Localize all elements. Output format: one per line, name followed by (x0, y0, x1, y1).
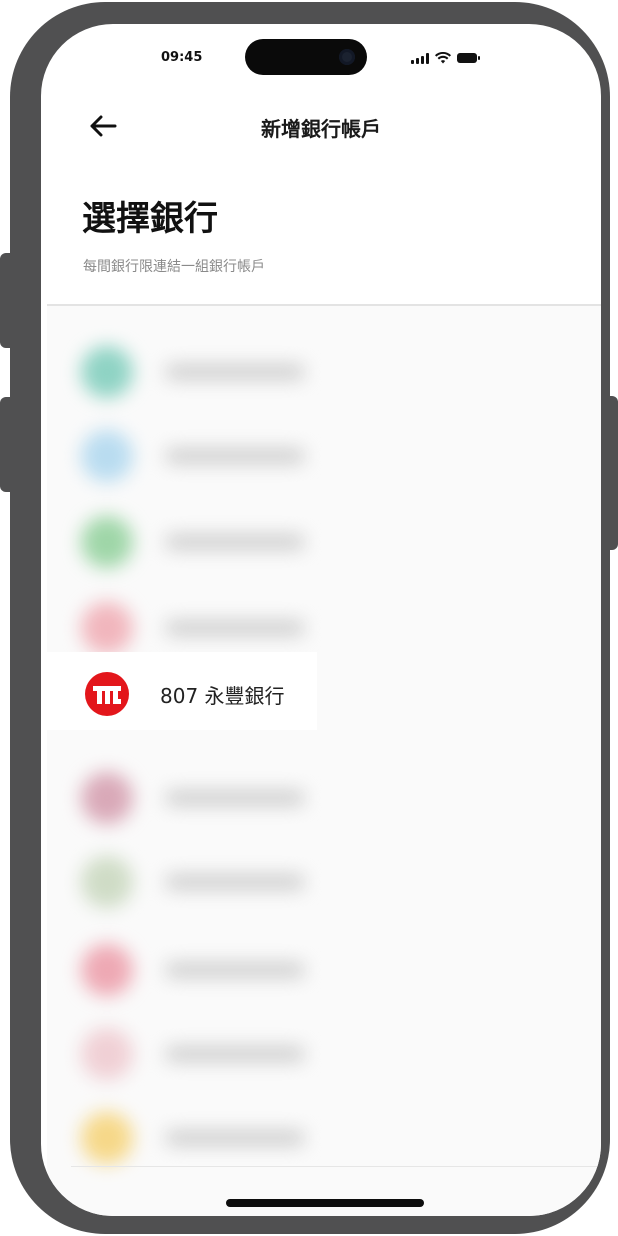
dynamic-island (245, 39, 367, 75)
bank-row-blurred[interactable] (47, 1010, 601, 1094)
bank-logo-icon (81, 346, 133, 398)
battery-icon (457, 53, 480, 63)
bank-row-blurred[interactable] (47, 498, 601, 582)
bank-logo-icon (81, 516, 133, 568)
status-icons (411, 52, 480, 64)
page-title: 選擇銀行 (82, 199, 218, 239)
bank-row-sinopac[interactable]: 807 永豐銀行 (47, 652, 317, 730)
bank-logo-icon (81, 1028, 133, 1080)
bank-row-blurred[interactable] (47, 412, 601, 496)
divider (71, 1166, 601, 1167)
nav-title: 新增銀行帳戶 (261, 117, 381, 141)
bank-list: 807 永豐銀行 (47, 306, 601, 1216)
bank-logo-icon (81, 430, 133, 482)
phone-frame: 09:45 新增銀行帳戶 選擇銀行 每間銀行限連結一組銀行帳戶 807 永豐銀行 (10, 2, 610, 1234)
bank-row-blurred[interactable] (47, 926, 601, 1010)
page-subtitle: 每間銀行限連結一組銀行帳戶 (83, 259, 265, 275)
bank-logo-icon (81, 944, 133, 996)
bank-logo-icon (81, 1112, 133, 1164)
wifi-icon (435, 52, 451, 64)
bank-name: 807 永豐銀行 (160, 684, 285, 708)
camera-icon (339, 49, 355, 65)
sinopac-logo-icon (85, 672, 129, 716)
bank-row-blurred[interactable] (47, 838, 601, 922)
screen: 09:45 新增銀行帳戶 選擇銀行 每間銀行限連結一組銀行帳戶 807 永豐銀行 (41, 24, 601, 1216)
bank-logo-icon (81, 856, 133, 908)
bank-logo-icon (81, 602, 133, 654)
bank-row-blurred[interactable] (47, 754, 601, 838)
cellular-signal-icon (411, 52, 429, 64)
home-indicator[interactable] (226, 1199, 424, 1207)
bank-logo-icon (81, 772, 133, 824)
bank-row-blurred[interactable] (47, 328, 601, 412)
status-time: 09:45 (161, 50, 203, 65)
